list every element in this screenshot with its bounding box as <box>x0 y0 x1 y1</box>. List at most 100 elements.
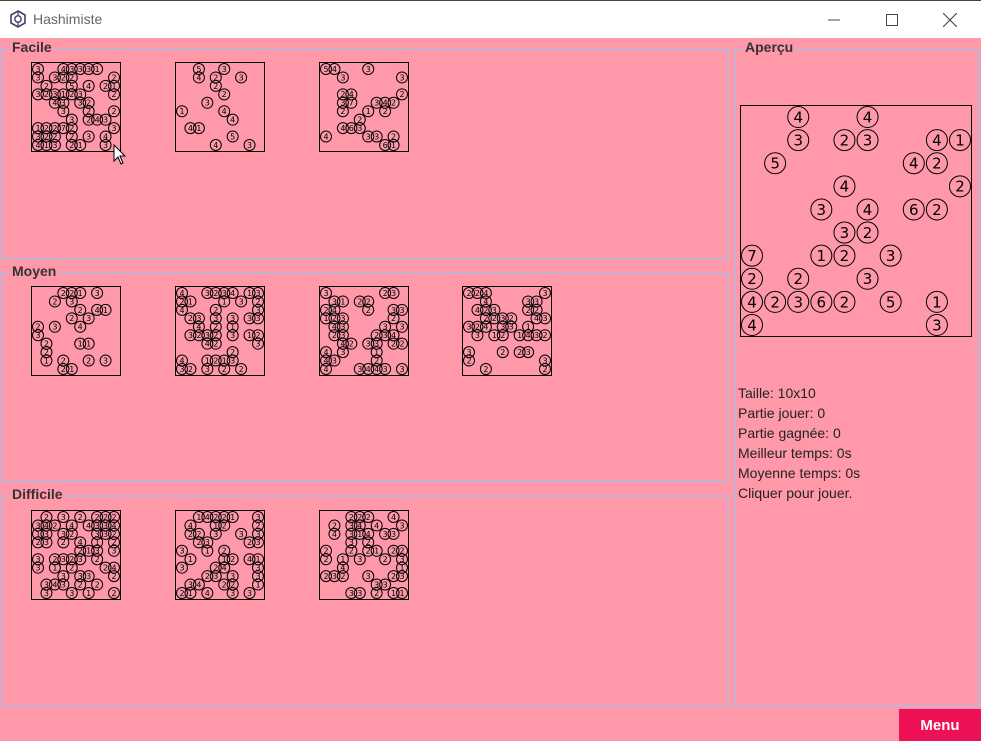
maximize-button[interactable] <box>863 1 921 39</box>
title-bar: Hashimiste <box>0 0 981 38</box>
island-clue: 4 <box>856 106 879 128</box>
svg-text:3: 3 <box>230 356 235 365</box>
svg-text:3: 3 <box>817 201 827 219</box>
island-clue: 3 <box>65 295 78 308</box>
level-thumbnail-moyen-1[interactable]: 1324132213321412322232212 <box>31 286 121 376</box>
island-clue: 4 <box>32 139 44 151</box>
section-label-difficile: Difficile <box>9 486 66 502</box>
svg-text:2: 2 <box>61 538 66 547</box>
svg-text:6: 6 <box>817 293 827 311</box>
svg-text:2: 2 <box>213 513 218 522</box>
level-thumbnail-moyen-2[interactable]: 2312323433213243123241324123324323322132… <box>175 286 265 376</box>
island-clue: 4 <box>226 287 239 299</box>
level-thumbnail-facile-1[interactable]: 3323412521322343322137233241322342312321… <box>31 62 121 152</box>
close-button[interactable] <box>921 1 979 39</box>
svg-text:2: 2 <box>542 331 547 340</box>
island-clue: 2 <box>57 536 70 549</box>
svg-text:3: 3 <box>35 90 40 99</box>
island-clue: 3 <box>57 553 70 566</box>
svg-text:4: 4 <box>179 306 184 315</box>
island-clue: 2 <box>74 544 87 557</box>
svg-text:4: 4 <box>52 99 57 108</box>
svg-text:2: 2 <box>255 331 260 340</box>
island-clue: 1 <box>99 303 112 316</box>
island-clue: 5 <box>226 130 239 143</box>
island-clue: 3 <box>82 130 95 143</box>
island-clue: 2 <box>108 536 120 549</box>
svg-text:2: 2 <box>374 589 379 598</box>
svg-text:2: 2 <box>239 365 244 374</box>
svg-text:3: 3 <box>205 289 210 298</box>
stat-size: Taille: 10x10 <box>738 385 816 401</box>
svg-text:4: 4 <box>222 107 227 116</box>
svg-text:4: 4 <box>332 530 337 539</box>
island-clue: 4 <box>328 527 341 540</box>
svg-text:4: 4 <box>35 141 40 150</box>
island-clue: 2 <box>463 354 475 367</box>
svg-text:2: 2 <box>205 572 210 581</box>
svg-text:4: 4 <box>213 141 218 150</box>
menu-button[interactable]: Menu <box>899 709 981 741</box>
level-thumbnail-difficile-3[interactable]: 2312342132324312342332124323123423213242… <box>319 510 409 600</box>
island-clue: 1 <box>32 527 44 540</box>
island-clue: 4 <box>201 587 214 599</box>
minimize-button[interactable] <box>805 1 863 39</box>
stat-best-time: Meilleur temps: 0s <box>738 445 852 461</box>
island-clue: 2 <box>925 152 948 175</box>
island-clue: 4 <box>856 198 879 221</box>
svg-text:2: 2 <box>86 356 91 365</box>
svg-text:3: 3 <box>357 555 362 564</box>
island-clue: 4 <box>320 130 332 143</box>
clue-layer: 1324132213321412322232212 <box>32 287 112 375</box>
svg-text:1: 1 <box>196 124 201 133</box>
svg-text:2: 2 <box>483 365 488 374</box>
svg-text:2: 2 <box>69 530 74 539</box>
level-thumbnail-facile-3[interactable]: 23421332642356731234242334 <box>319 62 409 152</box>
svg-text:3: 3 <box>61 555 66 564</box>
svg-text:6: 6 <box>909 201 919 219</box>
island-clue: 3 <box>396 303 408 316</box>
svg-text:1: 1 <box>103 306 108 315</box>
island-clue: 3 <box>176 544 188 557</box>
island-clue: 3 <box>99 113 112 126</box>
svg-text:3: 3 <box>863 132 873 150</box>
island-clue: 2 <box>741 267 763 290</box>
svg-text:2: 2 <box>383 555 388 564</box>
island-clue: 3 <box>243 139 256 151</box>
svg-text:4: 4 <box>323 348 328 357</box>
level-thumbnail-moyen-3[interactable]: 2334321324332423321434234233232341232342… <box>319 286 409 376</box>
svg-text:3: 3 <box>78 99 83 108</box>
level-thumbnail-difficile-1[interactable]: 3234323224323123223432132343232143234321… <box>31 510 121 600</box>
svg-text:4: 4 <box>475 306 480 315</box>
svg-text:2: 2 <box>357 513 362 522</box>
island-clue: 2 <box>387 130 400 143</box>
island-clue: 2 <box>387 544 400 557</box>
svg-text:3: 3 <box>793 132 803 150</box>
svg-text:3: 3 <box>247 589 252 598</box>
main-content: Facile Moyen Difficile Aperçu 3233254311… <box>0 38 981 741</box>
island-clue: 2 <box>387 96 400 109</box>
island-clue: 2 <box>218 88 231 101</box>
island-clue: 4 <box>226 113 239 126</box>
island-clue: 2 <box>925 198 948 221</box>
island-clue: 4 <box>57 63 70 75</box>
level-thumbnail-difficile-2[interactable]: 2313241321234234123213423243123231321323… <box>175 510 265 600</box>
level-thumbnail-facile-2[interactable]: 4541454312233432 <box>175 62 265 152</box>
island-clue: 1 <box>522 320 535 333</box>
svg-text:3: 3 <box>399 323 404 332</box>
island-clue: 1 <box>226 320 239 333</box>
island-clue: 1 <box>362 105 375 118</box>
island-clue: 2 <box>379 553 392 566</box>
island-clue: 3 <box>787 129 810 152</box>
svg-text:2: 2 <box>932 155 942 173</box>
svg-text:2: 2 <box>69 141 74 150</box>
svg-text:3: 3 <box>886 247 896 265</box>
svg-text:2: 2 <box>932 201 942 219</box>
island-clue: 2 <box>209 287 222 299</box>
svg-text:1: 1 <box>492 331 497 340</box>
svg-text:3: 3 <box>366 572 371 581</box>
clue-layer: 2342133264 2356731234242334 <box>320 63 408 151</box>
island-clue: 3 <box>879 244 902 267</box>
island-clue: 4 <box>925 129 948 152</box>
level-thumbnail-moyen-4[interactable]: 322432234123324231234322432312423323223 <box>462 286 552 376</box>
